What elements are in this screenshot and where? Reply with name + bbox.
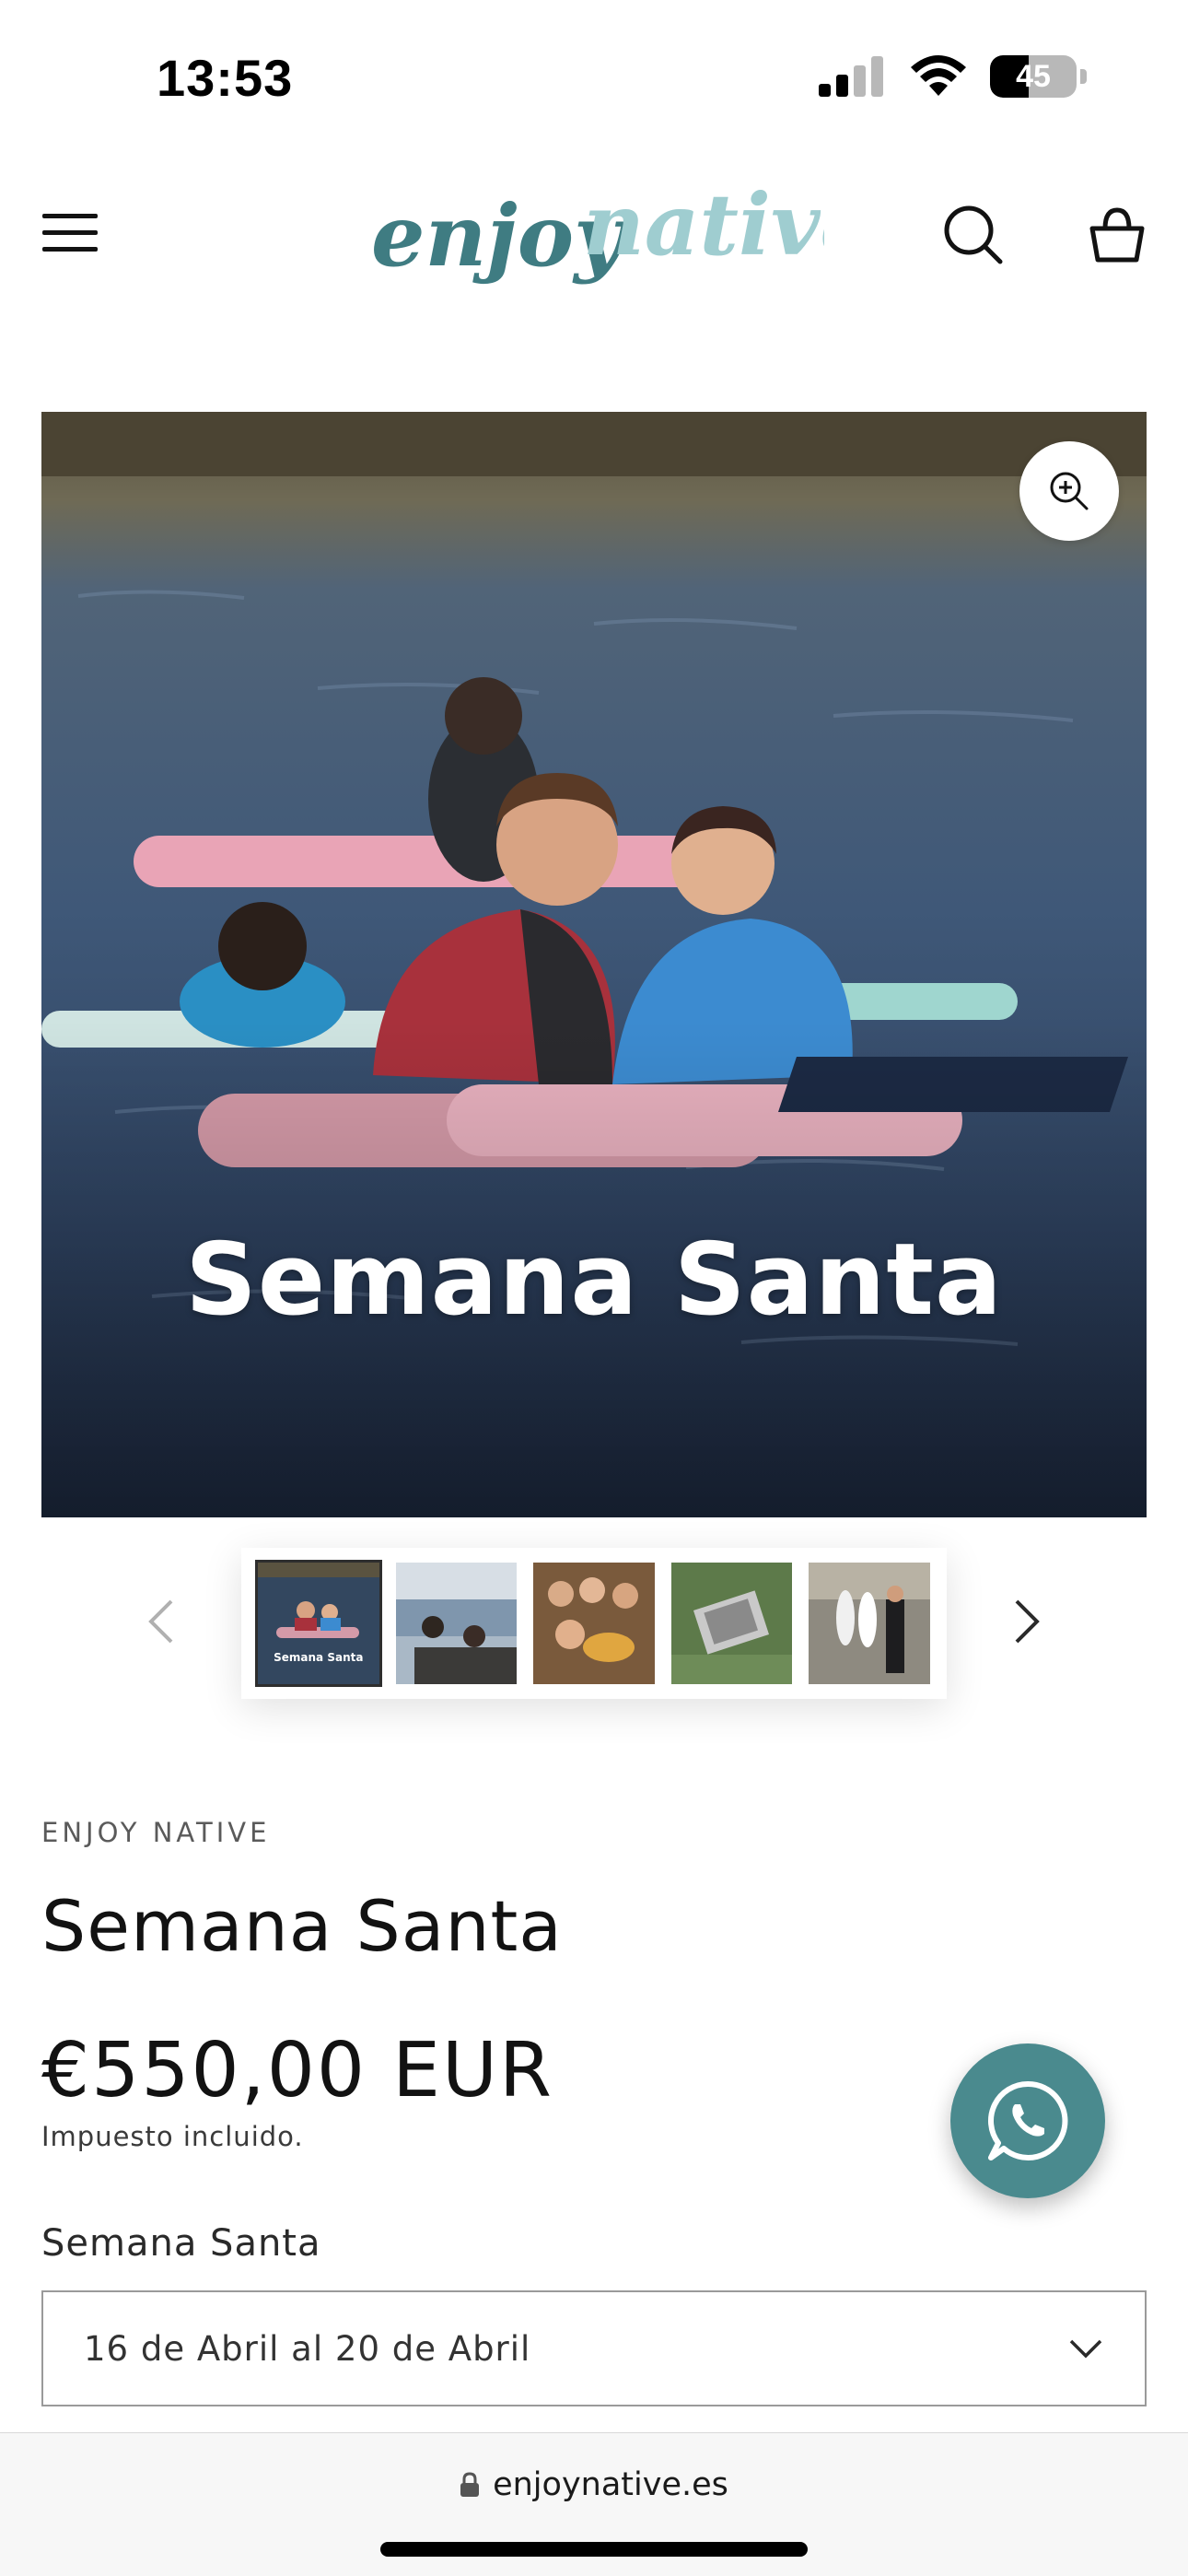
logo-wordmark: enjoy native: [371, 175, 874, 286]
variant-selected-value: 16 de Abril al 20 de Abril: [84, 2328, 531, 2369]
chevron-right-icon: [1015, 1599, 1040, 1644]
thumbnail-3-image: [533, 1563, 655, 1684]
status-bar: 13:53 45: [0, 0, 1188, 147]
zoom-in-icon: [1050, 472, 1089, 510]
thumbnail-2-image: [395, 1563, 518, 1684]
hero-overlay-title: Semana Santa: [185, 1223, 1003, 1338]
url-text: enjoynative.es: [493, 2466, 728, 2503]
site-logo[interactable]: enjoy native: [364, 157, 874, 313]
whatsapp-button[interactable]: [950, 2043, 1105, 2198]
lock-icon: [460, 2472, 480, 2497]
thumbnail-2[interactable]: [395, 1563, 518, 1684]
battery-level: 45: [1016, 58, 1051, 94]
thumbnail-prev-button[interactable]: [138, 1594, 184, 1649]
hamburger-menu-button[interactable]: [41, 205, 99, 260]
cart-button[interactable]: [1087, 205, 1147, 265]
thumbnail-1-image: [258, 1563, 379, 1684]
thumbnail-1-caption: Semana Santa: [274, 1651, 364, 1664]
thumbnail-5[interactable]: [809, 1563, 930, 1684]
battery-body: 45: [990, 55, 1077, 98]
zoom-button[interactable]: [1019, 441, 1119, 541]
tax-note: Impuesto incluido.: [41, 2121, 304, 2152]
cart-basket-icon: [1089, 207, 1145, 263]
variant-select[interactable]: 16 de Abril al 20 de Abril: [41, 2290, 1147, 2406]
chevron-down-icon: [1069, 2339, 1102, 2359]
logo-text-secondary: native: [583, 175, 824, 275]
home-indicator[interactable]: [380, 2542, 808, 2557]
thumbnail-4[interactable]: [670, 1563, 793, 1684]
thumbnail-4-image: [670, 1563, 793, 1684]
thumbnail-5-image: [809, 1563, 930, 1684]
browser-bottom-bar: enjoynative.es: [0, 2432, 1188, 2576]
battery-cap: [1080, 69, 1087, 84]
thumbnail-1[interactable]: Semana Santa: [255, 1560, 382, 1687]
variant-label: Semana Santa: [41, 2222, 321, 2265]
signal-icon: [819, 56, 883, 97]
thumbnail-next-button[interactable]: [1004, 1594, 1050, 1649]
product-title: Semana Santa: [41, 1885, 563, 1967]
chevron-left-icon: [148, 1599, 173, 1644]
thumbnail-3[interactable]: [533, 1563, 655, 1684]
whatsapp-icon: [988, 2080, 1068, 2160]
battery-icon: 45: [990, 55, 1087, 98]
product-hero-image[interactable]: Semana Santa: [41, 412, 1147, 1517]
url-bar[interactable]: enjoynative.es: [0, 2466, 1188, 2503]
site-header: enjoy native: [0, 147, 1188, 322]
thumbnail-strip: Semana Santa: [241, 1548, 947, 1699]
status-icons: 45: [817, 55, 1087, 98]
product-price: €550,00 EUR: [41, 2027, 553, 2114]
search-button[interactable]: [941, 203, 1006, 267]
status-time: 13:53: [157, 49, 294, 107]
hamburger-menu-icon: [42, 214, 98, 252]
hero-photo: [41, 412, 1147, 1517]
search-icon: [944, 205, 1003, 264]
product-vendor: ENJOY NATIVE: [41, 1817, 271, 1848]
wifi-icon: [911, 55, 966, 96]
